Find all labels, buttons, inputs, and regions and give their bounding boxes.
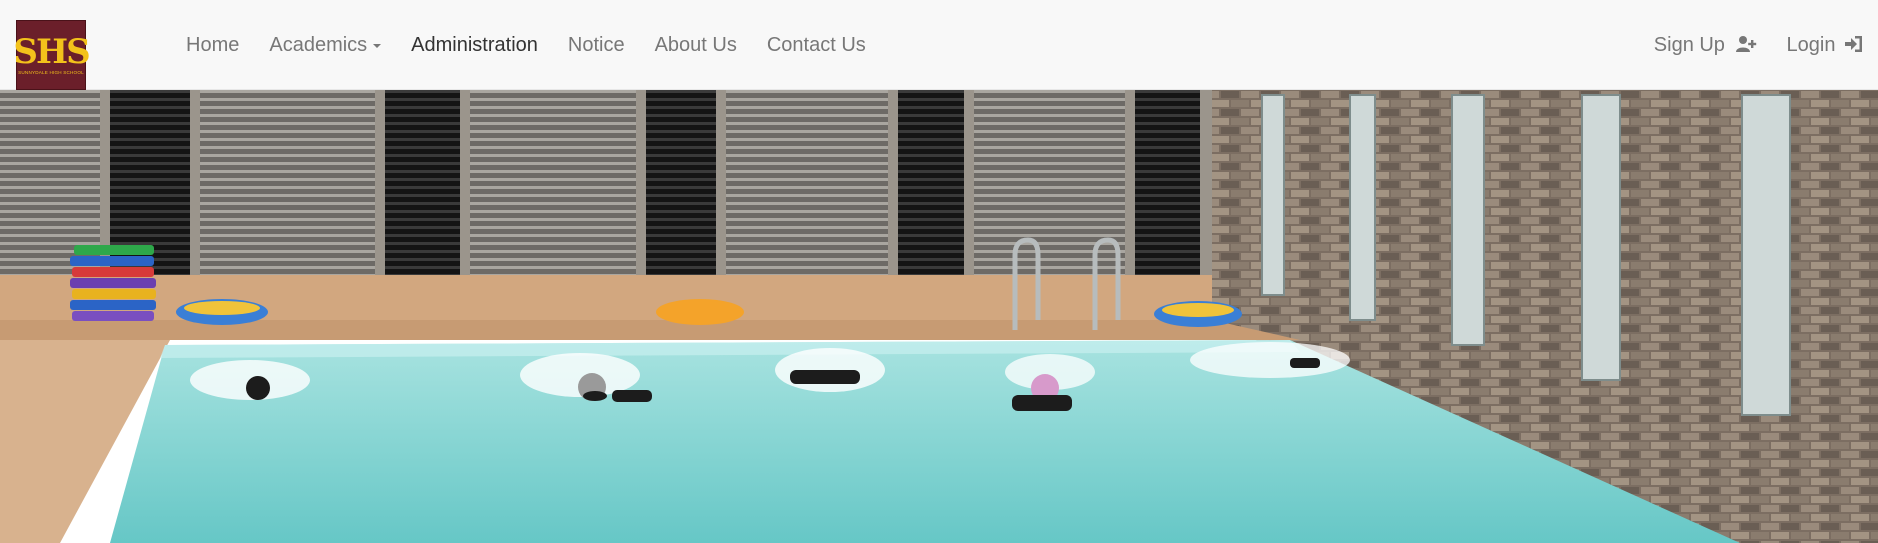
logo-text: SHS <box>13 32 90 72</box>
nav-contact-us[interactable]: Contact Us <box>752 30 881 60</box>
nav-notice[interactable]: Notice <box>553 30 640 60</box>
login-label: Login <box>1786 34 1836 56</box>
nav-administration[interactable]: Administration <box>396 30 553 60</box>
sign-in-icon <box>1845 36 1862 52</box>
swimming-pool-photo <box>0 90 1878 543</box>
caret-down-icon <box>373 43 382 48</box>
nav-about-us[interactable]: About Us <box>640 30 752 60</box>
logo-subtext: SUNNYDALE HIGH SCHOOL <box>18 70 84 75</box>
navbar: SHS SUNNYDALE HIGH SCHOOL Home Academics… <box>0 0 1878 90</box>
sign-up-link[interactable]: Sign Up <box>1639 30 1772 60</box>
hero-image <box>0 90 1878 543</box>
nav-academics-label: Academics <box>269 34 368 56</box>
nav-academics[interactable]: Academics <box>254 30 396 60</box>
nav-home[interactable]: Home <box>171 30 254 60</box>
login-link[interactable]: Login <box>1772 30 1878 60</box>
sign-up-label: Sign Up <box>1653 34 1725 56</box>
auth-nav: Sign Up Login <box>1639 30 1878 60</box>
school-logo[interactable]: SHS SUNNYDALE HIGH SCHOOL <box>13 20 91 90</box>
user-plus-icon <box>1735 36 1756 52</box>
main-nav: Home Academics Administration Notice Abo… <box>171 30 881 60</box>
